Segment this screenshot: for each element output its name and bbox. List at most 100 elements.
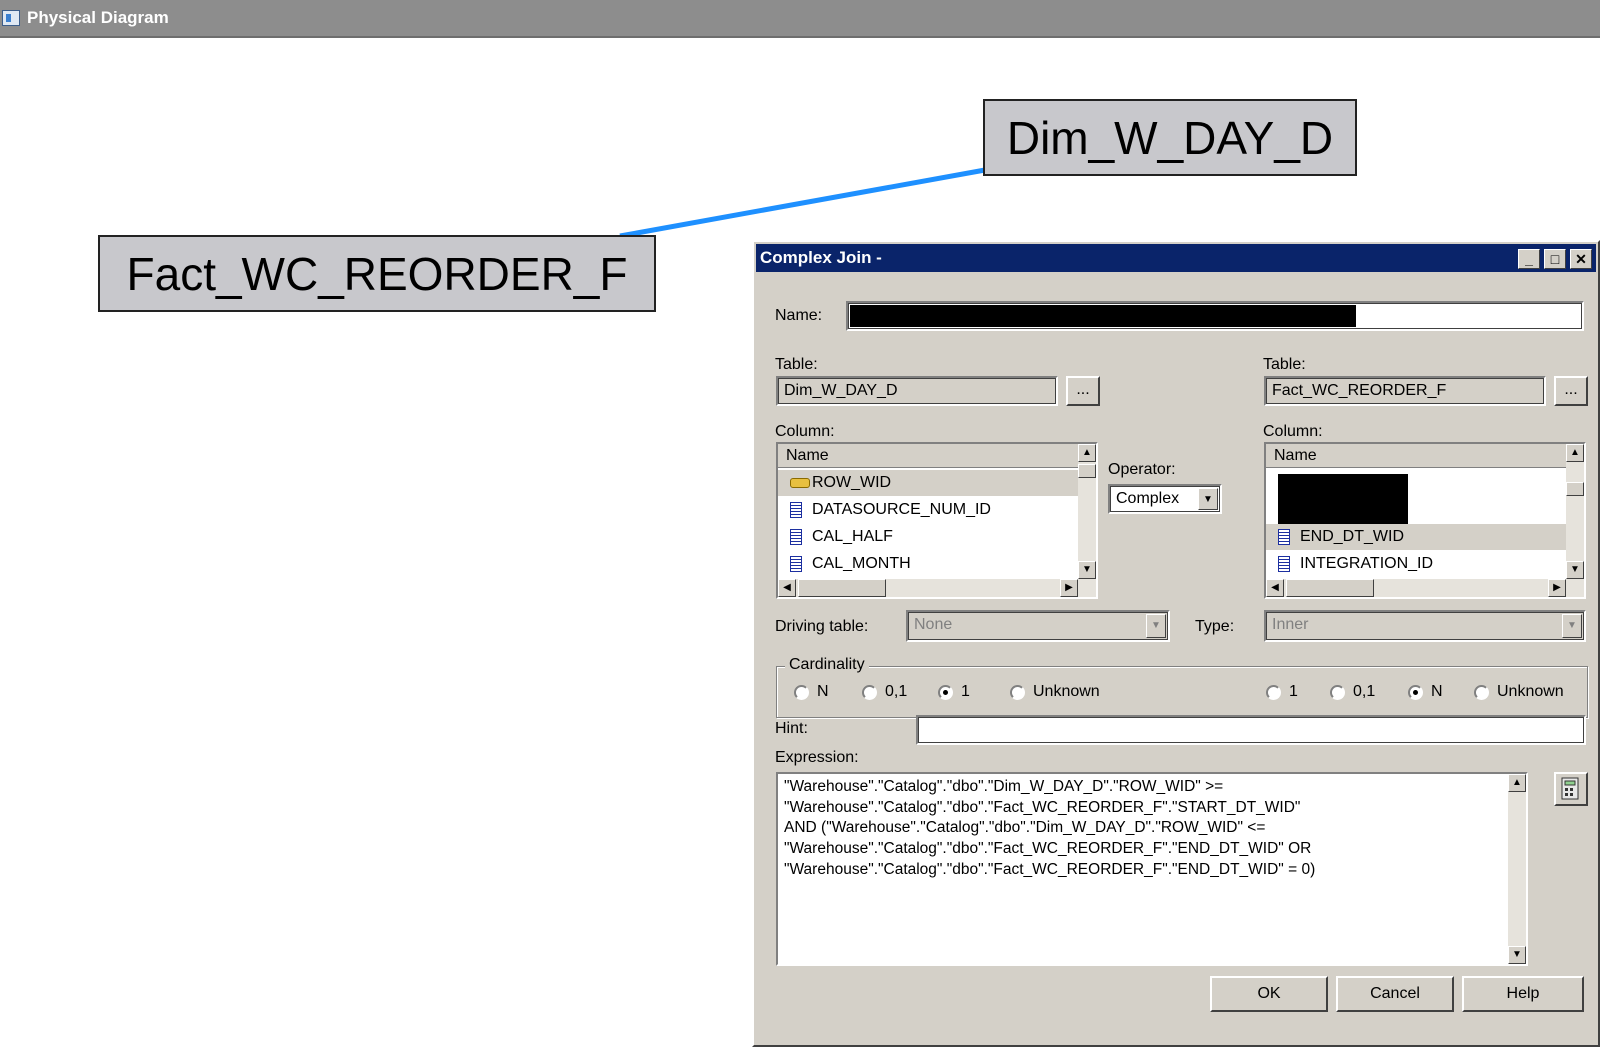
right-table-label: Table: — [1263, 356, 1306, 373]
left-table-label: Table: — [775, 356, 818, 373]
expression-line: "Warehouse"."Catalog"."dbo"."Dim_W_DAY_D… — [784, 778, 1224, 795]
scroll-up-icon[interactable]: ▲ — [1566, 444, 1584, 462]
radio-label: 0,1 — [1353, 683, 1376, 700]
ok-button[interactable]: OK — [1210, 976, 1328, 1012]
scroll-right-icon[interactable]: ▶ — [1548, 579, 1566, 597]
scroll-down-icon[interactable]: ▼ — [1078, 561, 1096, 579]
right-list-vscrollbar[interactable]: ▲ ▼ — [1566, 444, 1584, 579]
radio-label: 1 — [961, 683, 970, 700]
type-label: Type: — [1195, 618, 1235, 635]
list-item-label: END_DT_WID — [1300, 528, 1405, 545]
expression-vscrollbar[interactable]: ▲ ▼ — [1508, 774, 1526, 964]
radio-icon[interactable] — [1474, 685, 1489, 700]
chevron-down-icon: ▼ — [1562, 614, 1582, 638]
right-table-field: Fact_WC_REORDER_F — [1264, 376, 1546, 406]
close-button[interactable]: ✕ — [1570, 249, 1592, 269]
list-item[interactable]: ROW_WID — [778, 470, 1078, 496]
driving-table-value: None — [914, 616, 953, 633]
key-icon — [790, 478, 810, 488]
right-column-label: Column: — [1263, 423, 1323, 440]
scroll-thumb[interactable] — [1078, 464, 1096, 478]
operator-value: Complex — [1116, 490, 1180, 507]
list-item[interactable]: DATASOURCE_NUM_ID — [778, 497, 1078, 523]
type-select: Inner ▼ — [1264, 610, 1586, 642]
expression-label: Expression: — [775, 749, 859, 766]
radio-label: 0,1 — [885, 683, 908, 700]
radio-icon[interactable] — [1010, 685, 1025, 700]
table-node-fact-wc-reorder-f[interactable]: Fact_WC_REORDER_F — [98, 235, 656, 312]
left-table-field: Dim_W_DAY_D — [776, 376, 1058, 406]
column-icon — [790, 502, 802, 518]
hint-input[interactable] — [916, 715, 1586, 745]
right-list-header[interactable]: Name — [1266, 444, 1566, 468]
list-item-label: ROW_WID — [812, 474, 892, 491]
radio-label: N — [817, 683, 829, 700]
column-icon — [1278, 529, 1290, 545]
scroll-right-icon[interactable]: ▶ — [1060, 579, 1078, 597]
list-item[interactable]: END_DT_WID — [1266, 524, 1566, 550]
column-icon — [1278, 556, 1290, 572]
scroll-thumb[interactable] — [1566, 482, 1584, 496]
driving-table-label: Driving table: — [775, 618, 869, 635]
list-item[interactable]: INTEGRATION_ID — [1266, 551, 1566, 577]
radio-icon[interactable] — [862, 685, 877, 700]
expression-textarea[interactable]: "Warehouse"."Catalog"."dbo"."Dim_W_DAY_D… — [776, 772, 1528, 966]
scroll-thumb[interactable] — [1286, 579, 1374, 597]
scroll-thumb[interactable] — [798, 579, 886, 597]
list-item-label: CAL_HALF — [812, 528, 893, 545]
expression-line: "Warehouse"."Catalog"."dbo"."Fact_WC_REO… — [784, 840, 1312, 857]
scroll-left-icon[interactable]: ◀ — [778, 579, 796, 597]
radio-selected-icon[interactable] — [938, 685, 953, 700]
left-column-list[interactable]: Name ROW_WID DATASOURCE_NUM_ID CAL_HALF … — [776, 442, 1098, 599]
chevron-down-icon[interactable]: ▼ — [1198, 488, 1218, 510]
right-list-hscrollbar[interactable]: ◀ ▶ — [1266, 579, 1584, 597]
operator-label: Operator: — [1108, 461, 1176, 478]
left-column-label: Column: — [775, 423, 835, 440]
left-list-header[interactable]: Name — [778, 444, 1078, 468]
radio-label: N — [1431, 683, 1443, 700]
scroll-up-icon[interactable]: ▲ — [1078, 444, 1096, 462]
list-item[interactable]: CAL_MONTH — [778, 551, 1078, 577]
left-table-value: Dim_W_DAY_D — [784, 382, 898, 399]
help-button[interactable]: Help — [1462, 976, 1584, 1012]
dialog-titlebar[interactable]: Complex Join - _ □ ✕ — [756, 244, 1596, 272]
list-item-label: CAL_MONTH — [812, 555, 911, 572]
scroll-down-icon[interactable]: ▼ — [1508, 946, 1526, 964]
expression-line: AND ("Warehouse"."Catalog"."dbo"."Dim_W_… — [784, 819, 1266, 836]
expression-builder-button[interactable] — [1554, 772, 1588, 806]
window-title: Physical Diagram — [27, 8, 169, 27]
scroll-down-icon[interactable]: ▼ — [1566, 561, 1584, 579]
radio-label: Unknown — [1033, 683, 1100, 700]
left-table-browse-button[interactable]: ... — [1066, 376, 1100, 406]
radio-selected-icon[interactable] — [1408, 685, 1423, 700]
name-label: Name: — [775, 307, 823, 324]
radio-icon[interactable] — [794, 685, 809, 700]
window-titlebar: Physical Diagram — [0, 0, 1600, 38]
table-node-dim-w-day-d[interactable]: Dim_W_DAY_D — [983, 99, 1357, 176]
list-item[interactable]: CAL_HALF — [778, 524, 1078, 550]
maximize-button[interactable]: □ — [1544, 249, 1566, 269]
redacted-name — [850, 305, 1356, 327]
minimize-button[interactable]: _ — [1518, 249, 1540, 269]
radio-icon[interactable] — [1330, 685, 1345, 700]
driving-table-select: None ▼ — [906, 610, 1170, 642]
name-field[interactable] — [846, 301, 1584, 331]
diagram-app-icon — [2, 10, 20, 26]
expression-line: "Warehouse"."Catalog"."dbo"."Fact_WC_REO… — [784, 799, 1301, 816]
dialog-title: Complex Join - — [760, 248, 882, 267]
scroll-left-icon[interactable]: ◀ — [1266, 579, 1284, 597]
scroll-up-icon[interactable]: ▲ — [1508, 774, 1526, 792]
chevron-down-icon: ▼ — [1146, 614, 1166, 638]
cancel-button[interactable]: Cancel — [1336, 976, 1454, 1012]
left-list-vscrollbar[interactable]: ▲ ▼ — [1078, 444, 1096, 579]
right-column-list[interactable]: Name END_DT_WID INTEGRATION_ID ▲ ▼ ◀ ▶ — [1264, 442, 1586, 599]
operator-select[interactable]: Complex ▼ — [1108, 484, 1222, 514]
calculator-icon — [1561, 777, 1579, 800]
type-value: Inner — [1272, 616, 1309, 633]
list-item-label: INTEGRATION_ID — [1300, 555, 1434, 572]
column-icon — [790, 529, 802, 545]
left-list-hscrollbar[interactable]: ◀ ▶ — [778, 579, 1096, 597]
redacted-columns — [1278, 474, 1408, 524]
right-table-browse-button[interactable]: ... — [1554, 376, 1588, 406]
radio-icon[interactable] — [1266, 685, 1281, 700]
